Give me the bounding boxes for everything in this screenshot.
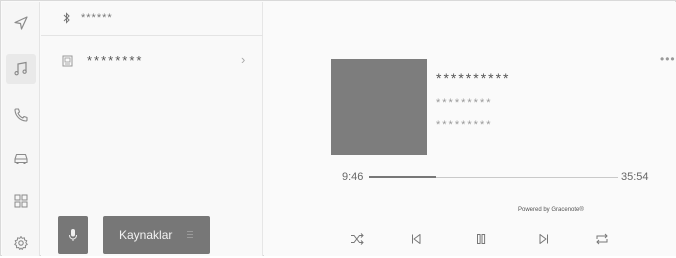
audio-source-panel: ****** ******** › Kaynaklar (41, 2, 263, 256)
next-track-button[interactable] (532, 228, 556, 250)
previous-track-icon (412, 234, 421, 244)
navigation-icon[interactable] (6, 8, 36, 38)
audio-file-icon (62, 55, 73, 67)
track-album: ********* (436, 119, 493, 131)
album-art (331, 59, 427, 155)
progress-bar[interactable] (369, 176, 618, 178)
phone-icon[interactable] (6, 100, 36, 130)
repeat-icon (596, 233, 608, 245)
voice-command-button[interactable] (58, 216, 88, 254)
apps-grid-icon[interactable] (6, 186, 36, 216)
shuffle-button[interactable] (345, 228, 369, 250)
bluetooth-device-row[interactable]: ****** (63, 12, 113, 24)
track-title: ********** (436, 70, 511, 86)
pause-button[interactable] (469, 228, 493, 250)
music-icon[interactable] (6, 54, 36, 84)
now-playing-area: ••• ********** ********* ********* 9:46 … (264, 2, 676, 256)
car-icon[interactable] (6, 143, 36, 173)
source-list-item[interactable]: ******** › (41, 44, 263, 78)
sources-button[interactable]: Kaynaklar (103, 216, 210, 254)
track-artist: ********* (436, 97, 493, 109)
time-total: 35:54 (621, 171, 649, 183)
menu-lines-icon (187, 231, 193, 238)
panel-divider (41, 35, 263, 36)
bluetooth-device-name: ****** (81, 12, 113, 24)
pause-icon (477, 234, 486, 244)
previous-track-button[interactable] (404, 228, 428, 250)
chevron-right-icon: › (241, 52, 246, 67)
progress-bar-fill (369, 176, 437, 178)
more-options-icon[interactable]: ••• (660, 52, 676, 66)
repeat-button[interactable] (590, 228, 614, 250)
time-elapsed: 9:46 (342, 171, 364, 183)
next-track-icon (539, 234, 548, 244)
sources-button-label: Kaynaklar (119, 228, 173, 242)
shuffle-icon (351, 233, 364, 245)
main-menu-rail (2, 2, 40, 256)
microphone-icon (69, 229, 77, 241)
bluetooth-icon (63, 12, 70, 24)
head-unit-screen: ****** ******** › Kaynaklar ••• ********… (0, 0, 676, 256)
powered-by-label: Powered by Gracenote® (518, 207, 584, 213)
settings-gear-icon[interactable] (6, 228, 36, 258)
source-item-label: ******** (87, 53, 144, 68)
